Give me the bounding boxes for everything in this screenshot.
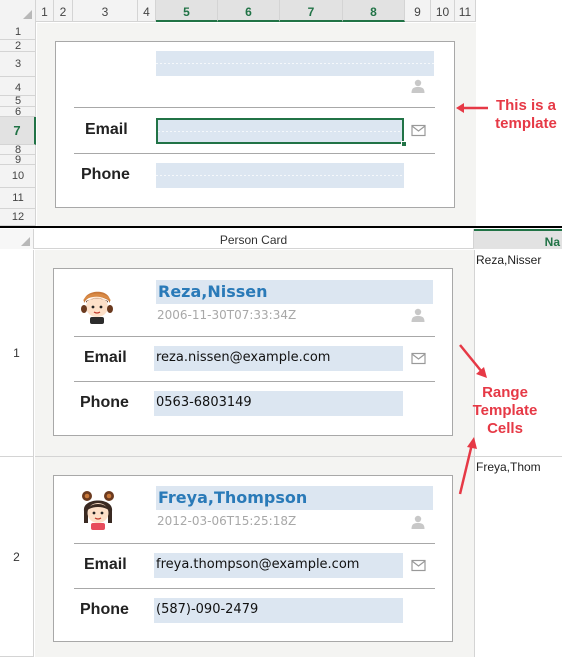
column-header[interactable]: 5 bbox=[156, 0, 218, 22]
divider bbox=[74, 381, 435, 382]
arrow-icon bbox=[456, 103, 488, 113]
row-header[interactable]: 12 bbox=[0, 209, 36, 226]
divider bbox=[74, 588, 435, 589]
email-label: Email bbox=[85, 121, 128, 138]
girl-avatar-icon bbox=[82, 491, 114, 530]
phone-label: Phone bbox=[80, 601, 129, 618]
column-header[interactable]: 6 bbox=[218, 0, 280, 22]
person-date: 2006-11-30T07:33:34Z bbox=[157, 308, 297, 322]
divider bbox=[74, 153, 435, 154]
phone-value: 0563-6803149 bbox=[156, 395, 252, 410]
email-value: freya.thompson@example.com bbox=[156, 557, 360, 572]
row-header[interactable]: 6 bbox=[0, 107, 36, 118]
name-placeholder-field[interactable] bbox=[156, 51, 434, 76]
email-label: Email bbox=[84, 349, 127, 366]
phone-label: Phone bbox=[80, 394, 129, 411]
name-column-header[interactable]: Na bbox=[474, 229, 562, 249]
envelope-icon bbox=[411, 124, 426, 137]
template-annotation: This is a template bbox=[495, 97, 557, 132]
range-annotation: Range Template Cells bbox=[472, 384, 538, 437]
fill-handle[interactable] bbox=[401, 141, 407, 147]
arrow-icon bbox=[458, 437, 477, 495]
row-header[interactable]: 11 bbox=[0, 188, 36, 209]
row-gridline bbox=[35, 456, 562, 457]
column-header[interactable]: 8 bbox=[343, 0, 405, 22]
person-date: 2012-03-06T15:25:18Z bbox=[157, 514, 297, 528]
phone-value: (587)-090-2479 bbox=[156, 602, 259, 617]
email-label: Email bbox=[84, 556, 127, 573]
side-name-cell[interactable]: Reza,Nisser bbox=[476, 253, 541, 267]
row-header[interactable]: 3 bbox=[0, 52, 36, 77]
row-header[interactable]: 2 bbox=[0, 457, 34, 657]
row-header[interactable]: 4 bbox=[0, 77, 36, 96]
email-value: reza.nissen@example.com bbox=[156, 350, 331, 365]
person-icon bbox=[411, 515, 425, 529]
column-header[interactable]: 9 bbox=[405, 0, 431, 22]
select-all-corner[interactable] bbox=[0, 229, 34, 249]
column-header[interactable]: 2 bbox=[54, 0, 73, 22]
envelope-icon bbox=[411, 559, 426, 572]
email-placeholder-field[interactable] bbox=[156, 118, 404, 144]
column-header[interactable]: 11 bbox=[455, 0, 476, 22]
column-header-bar: 1 2 3 4 5 6 7 8 9 10 11 bbox=[0, 0, 476, 22]
person-icon bbox=[411, 79, 425, 93]
column-header[interactable]: 7 bbox=[280, 0, 343, 22]
arrow-icon bbox=[459, 344, 487, 378]
row-header[interactable]: 2 bbox=[0, 40, 36, 52]
divider bbox=[74, 336, 435, 337]
row-header[interactable]: 7 bbox=[0, 117, 36, 145]
row-header[interactable]: 1 bbox=[0, 250, 34, 457]
person-card-column-header[interactable]: Person Card bbox=[34, 229, 474, 249]
person-icon bbox=[411, 308, 425, 322]
column-header[interactable]: 3 bbox=[73, 0, 138, 22]
column-header[interactable]: 10 bbox=[431, 0, 455, 22]
phone-placeholder-field[interactable] bbox=[156, 163, 404, 188]
person-name: Freya,Thompson bbox=[158, 488, 308, 507]
section-divider bbox=[0, 226, 562, 228]
person-name: Reza,Nissen bbox=[158, 282, 268, 301]
row-header[interactable]: 1 bbox=[0, 22, 36, 40]
row-header[interactable]: 9 bbox=[0, 155, 36, 166]
row-header[interactable]: 10 bbox=[0, 165, 36, 188]
boy-avatar-icon bbox=[81, 291, 113, 324]
phone-label: Phone bbox=[81, 166, 130, 183]
select-all-corner[interactable] bbox=[0, 0, 36, 22]
envelope-icon bbox=[411, 352, 426, 365]
divider bbox=[74, 543, 435, 544]
column-header[interactable]: 1 bbox=[36, 0, 54, 22]
side-name-cell[interactable]: Freya,Thom bbox=[476, 460, 541, 474]
divider bbox=[74, 107, 435, 108]
column-header[interactable]: 4 bbox=[138, 0, 156, 22]
